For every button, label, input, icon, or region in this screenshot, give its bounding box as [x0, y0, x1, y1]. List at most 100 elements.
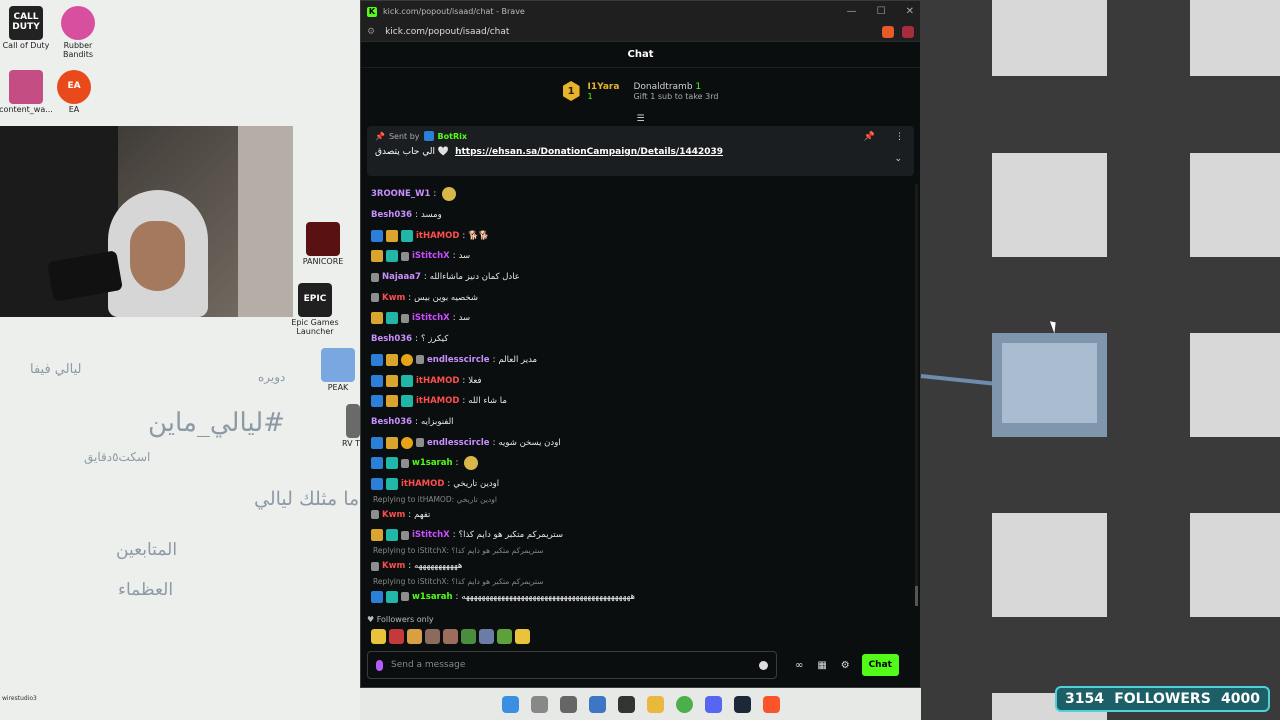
microphone-icon[interactable]	[376, 659, 383, 671]
points-icon[interactable]: ∞	[795, 660, 803, 671]
chat-message[interactable]: 3ROONE_W1:	[371, 184, 910, 205]
desktop-icon-ea[interactable]: EA EA	[44, 70, 104, 115]
kick-logo-icon: K	[367, 6, 377, 17]
chat-username[interactable]: endlesscircle	[427, 438, 490, 448]
chat-username[interactable]: endlesscircle	[427, 355, 490, 365]
chat-username[interactable]: iStitchX	[412, 530, 450, 540]
chat-message[interactable]: Najaaa7: عادل كمان دنيز ماشاءالله	[371, 267, 910, 288]
emote-item[interactable]	[371, 629, 386, 644]
chat-username[interactable]: Najaaa7	[382, 272, 421, 282]
chat-message[interactable]: w1sarah: هههههههههههههههههههههههههههههههه…	[371, 586, 910, 606]
chat-scrollbar[interactable]	[915, 184, 918, 606]
chat-message[interactable]: iStitchX: سد	[371, 246, 910, 267]
chat-username[interactable]: itHAMOD	[401, 479, 444, 489]
user-badge-icon	[401, 313, 409, 323]
chat-username[interactable]: iStitchX	[412, 313, 450, 323]
desktop-icon-panicore[interactable]: PANICORE	[293, 222, 353, 267]
chat-username[interactable]: Kwm	[382, 293, 405, 303]
reply-context[interactable]: Replying to iStitchX: ستريمركم متكبر هو …	[371, 546, 910, 556]
chat-username[interactable]: itHAMOD	[416, 376, 459, 386]
chat-message[interactable]: Besh036: ومسد	[371, 205, 910, 226]
reply-context[interactable]: Replying to iStitchX: ستريمركم متكبر هو …	[371, 576, 910, 586]
desktop-area: CALL DUTY Call of Duty Rubber Bandits co…	[0, 0, 360, 720]
chat-username[interactable]: iStitchX	[412, 251, 450, 261]
emote-item[interactable]	[443, 629, 458, 644]
url-text[interactable]: kick.com/popout/isaad/chat	[385, 27, 509, 37]
browser-window: K kick.com/popout/isaad/chat - Brave — ☐…	[360, 0, 921, 688]
close-button[interactable]: ✕	[906, 6, 914, 17]
pinned-bot-name[interactable]: BotRix	[438, 132, 467, 141]
desktop-icon-rubber-bandits[interactable]: Rubber Bandits	[48, 6, 108, 60]
chat-username[interactable]: itHAMOD	[416, 231, 459, 241]
chat-message[interactable]: Kwm: تفهم	[371, 504, 910, 525]
chat-message[interactable]: itHAMOD: ما شاء الله	[371, 391, 910, 412]
chrome-icon[interactable]	[676, 695, 693, 713]
emoji-icon[interactable]	[759, 660, 768, 670]
desktop-icon-epic[interactable]: EPIC Epic Games Launcher	[285, 283, 345, 337]
message-placeholder[interactable]: Send a message	[391, 660, 751, 670]
chat-username[interactable]: 3ROONE_W1	[371, 189, 430, 199]
gift-icon[interactable]: ▦	[817, 660, 826, 671]
pinned-link[interactable]: https://ehsan.sa/DonationCampaign/Detail…	[455, 147, 723, 157]
emote-item[interactable]	[425, 629, 440, 644]
reply-context[interactable]: Replying to itHAMOD: اودين تاريخي	[371, 494, 910, 504]
chat-message[interactable]: itHAMOD: اودين تاريخي	[371, 474, 910, 495]
chat-message[interactable]: Kwm: شخصيه بوين بيس	[371, 287, 910, 308]
chat-message[interactable]: itHAMOD: 🐕🐕	[371, 225, 910, 246]
task-view-icon[interactable]	[560, 695, 577, 713]
obs-icon[interactable]	[618, 695, 635, 713]
chat-username[interactable]: Besh036	[371, 417, 412, 427]
chat-message[interactable]: Besh036: الفنوبزايه	[371, 412, 910, 433]
minimize-button[interactable]: —	[847, 6, 857, 17]
maximize-button[interactable]: ☐	[877, 6, 886, 17]
chat-text: ستريمركم متكبر هو دايم كذا؟	[458, 530, 563, 541]
followers-goal: 4000	[1221, 691, 1260, 707]
chat-message[interactable]: endlesscircle: اودن يسخن شويه	[371, 432, 910, 453]
gift-leaderboard: 1 I1Yara 1 Donaldtramb 1 Gift 1 sub to t…	[361, 68, 920, 114]
user-badge-icon	[416, 355, 424, 365]
chat-text: هههههههههههههههههههههههههههههههههههههههه…	[461, 591, 636, 602]
desktop-icon-peak[interactable]: PEAK	[308, 348, 368, 393]
chat-message[interactable]: itHAMOD: فعلا	[371, 370, 910, 391]
brave-icon[interactable]	[763, 695, 780, 713]
emote-item[interactable]	[389, 629, 404, 644]
folder-icon[interactable]	[647, 695, 664, 713]
chat-username[interactable]: w1sarah	[412, 458, 453, 468]
chat-username[interactable]: Besh036	[371, 334, 412, 344]
address-bar[interactable]: ⚙ kick.com/popout/isaad/chat	[361, 22, 920, 42]
send-chat-button[interactable]: Chat	[861, 654, 899, 676]
emote-item[interactable]	[461, 629, 476, 644]
chat-username[interactable]: Kwm	[382, 510, 405, 520]
chat-message[interactable]: iStitchX: سد	[371, 308, 910, 329]
chevron-down-icon[interactable]: ⌄	[894, 154, 902, 164]
emote-item[interactable]	[497, 629, 512, 644]
emote-item[interactable]	[479, 629, 494, 644]
desktop-icon-rv[interactable]: RV T	[320, 404, 360, 449]
chat-username[interactable]: Kwm	[382, 561, 405, 571]
leader-first-name[interactable]: I1Yara	[588, 82, 620, 92]
steam-icon[interactable]	[734, 695, 751, 713]
chat-message[interactable]: w1sarah:	[371, 453, 910, 474]
filter-icon[interactable]: ☰	[361, 114, 920, 126]
chat-message[interactable]: Kwm: هههههههههههه	[371, 556, 910, 577]
emote-item[interactable]	[407, 629, 422, 644]
discord-icon[interactable]	[705, 695, 722, 713]
gear-icon[interactable]: ⚙	[841, 660, 850, 671]
chat-message[interactable]: Besh036: كيكرز ؟	[371, 329, 910, 350]
more-options-icon[interactable]: ⋮	[895, 132, 904, 142]
chat-username[interactable]: w1sarah	[412, 592, 453, 602]
brave-shields-icon[interactable]	[882, 25, 894, 38]
message-input[interactable]: Send a message	[367, 651, 777, 679]
chat-username[interactable]: itHAMOD	[416, 396, 459, 406]
site-settings-icon[interactable]: ⚙	[367, 27, 375, 37]
unpin-icon[interactable]: 📌	[864, 132, 875, 142]
emote-item[interactable]	[515, 629, 530, 644]
chat-message[interactable]: endlesscircle: مدير العالم	[371, 350, 910, 371]
brave-rewards-icon[interactable]	[902, 25, 914, 38]
leader-second-name[interactable]: Donaldtramb	[633, 82, 692, 92]
search-icon[interactable]	[531, 695, 548, 713]
windows-start-icon[interactable]	[502, 695, 519, 713]
chat-username[interactable]: Besh036	[371, 210, 412, 220]
store-icon[interactable]	[589, 695, 606, 713]
chat-message[interactable]: iStitchX: ستريمركم متكبر هو دايم كذا؟	[371, 525, 910, 546]
